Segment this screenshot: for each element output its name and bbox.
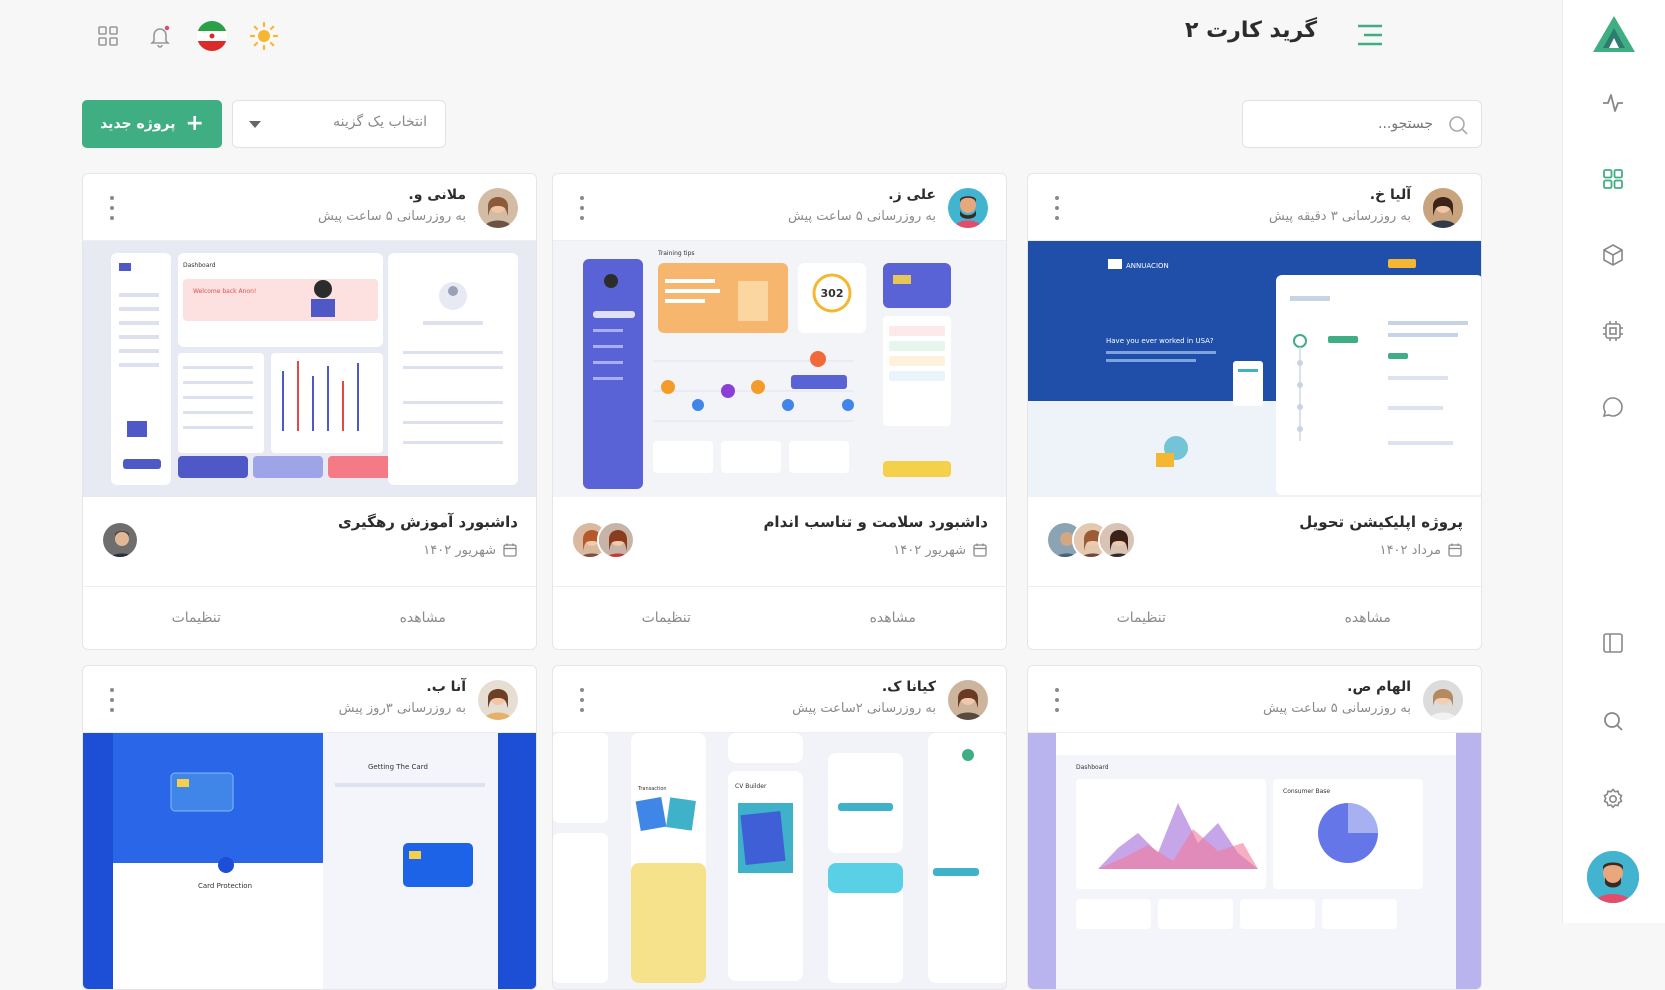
card-date-text: شهریور ۱۴۰۲ [893, 542, 966, 558]
more-options-icon[interactable] [109, 688, 115, 712]
card-updated-time: به روزرسانی ۵ ساعت پیش [317, 209, 466, 224]
menu-icon[interactable] [1356, 22, 1384, 48]
plus-icon: + [185, 111, 204, 136]
calendar-icon [1448, 543, 1462, 557]
more-options-icon[interactable] [1054, 688, 1060, 712]
settings-button[interactable]: تنظیمات [83, 587, 310, 649]
avatar[interactable] [948, 188, 988, 228]
card-updated-time: به روزرسانی ۵ ساعت پیش [787, 209, 936, 224]
card-date: مرداد ۱۴۰۲ [1380, 542, 1463, 558]
card-date-text: شهریور ۱۴۰۲ [423, 542, 496, 558]
view-button[interactable]: مشاهده [1255, 587, 1482, 649]
member-avatar[interactable] [597, 521, 635, 559]
avatar[interactable] [948, 680, 988, 720]
card-user-name: آلیا خ. [1369, 187, 1411, 203]
card-user-name: علی ز. [888, 187, 936, 203]
member-avatars [1046, 521, 1136, 559]
card-preview-image[interactable]: Dashboard Welcome back Anon! [83, 241, 536, 497]
caret-down-icon [249, 121, 261, 128]
new-project-button[interactable]: + پروژه جدید [82, 100, 222, 148]
card-user-name: کیانا ک. [881, 679, 936, 695]
calendar-icon [973, 543, 987, 557]
calendar-icon [503, 543, 517, 557]
avatar[interactable] [478, 680, 518, 720]
card-updated-time: به روزرسانی ۳روز پیش [338, 701, 466, 716]
preview-brand: Getting The Card [368, 763, 428, 771]
bell-icon[interactable] [144, 20, 176, 52]
settings-icon[interactable] [1600, 786, 1626, 812]
preview-heading: Transaction [637, 786, 667, 792]
card-preview-image[interactable]: Training tips 302 [553, 241, 1006, 497]
search-icon[interactable] [1600, 708, 1626, 734]
card-date: شهریور ۱۴۰۲ [423, 542, 518, 558]
more-options-icon[interactable] [1054, 196, 1060, 220]
logo-icon[interactable] [1591, 14, 1637, 54]
layout-icon[interactable] [1600, 630, 1626, 656]
chip-icon[interactable] [1600, 318, 1626, 344]
search-icon [1449, 116, 1468, 135]
project-card: ملانی و. به روزرسانی ۵ ساعت پیش Dashboar… [82, 173, 537, 650]
settings-button[interactable]: تنظیمات [553, 587, 780, 649]
preview-heading: Consumer Base [1283, 788, 1330, 795]
sun-icon[interactable] [248, 20, 280, 52]
view-button[interactable]: مشاهده [780, 587, 1007, 649]
preview-stat: 302 [821, 287, 844, 300]
new-project-label: پروژه جدید [100, 116, 176, 132]
top-bar: گرید کارت ۲ [0, 0, 1562, 80]
apps-grid-icon[interactable] [92, 20, 124, 52]
card-user-name: ملانی و. [408, 187, 466, 203]
card-preview-image[interactable]: Card Protection Getting The Card [83, 733, 536, 989]
member-avatar[interactable] [1098, 521, 1136, 559]
avatar[interactable] [478, 188, 518, 228]
card-updated-time: به روزرسانی ۲ساعت پیش [792, 701, 936, 716]
card-title: داشبورد سلامت و تناسب اندام [763, 513, 988, 531]
select-value: انتخاب یک گزینه [333, 114, 427, 130]
more-options-icon[interactable] [109, 196, 115, 220]
preview-heading: Welcome back Anon! [193, 288, 256, 295]
sidebar [1562, 0, 1665, 923]
project-card: آلیا خ. به روزرسانی ۳ دقیقه پیش ANNUACIO… [1027, 173, 1482, 650]
preview-heading: Have you ever worked in USA? [1106, 337, 1214, 345]
card-updated-time: به روزرسانی ۳ دقیقه پیش [1268, 209, 1411, 224]
member-avatar[interactable] [101, 521, 139, 559]
iran-flag-icon[interactable] [196, 20, 228, 52]
member-avatars [571, 521, 635, 559]
option-select[interactable]: انتخاب یک گزینه [232, 100, 446, 148]
project-card: کیانا ک. به روزرسانی ۲ساعت پیش Transacti… [552, 665, 1007, 990]
preview-heading: Training tips [657, 250, 695, 257]
member-avatars [101, 521, 139, 559]
preview-heading: Card Protection [198, 882, 252, 890]
card-user-name: آنا ب. [426, 679, 466, 695]
preview-brand: Dashboard [1076, 764, 1109, 771]
cube-icon[interactable] [1600, 242, 1626, 268]
card-updated-time: به روزرسانی ۵ ساعت پیش [1262, 701, 1411, 716]
more-options-icon[interactable] [579, 688, 585, 712]
search-input[interactable] [1253, 101, 1433, 147]
more-options-icon[interactable] [579, 196, 585, 220]
card-preview-image[interactable]: Transaction CV Builder [553, 733, 1006, 989]
card-title: پروژه اپلیکیشن تحویل [1299, 513, 1463, 531]
card-date-text: مرداد ۱۴۰۲ [1379, 542, 1441, 558]
card-title: داشبورد آموزش رهگیری [337, 513, 518, 531]
view-button[interactable]: مشاهده [310, 587, 537, 649]
project-card: الهام ص. به روزرسانی ۵ ساعت پیش Dashboar… [1027, 665, 1482, 990]
search-box[interactable] [1242, 100, 1482, 148]
avatar[interactable] [1423, 188, 1463, 228]
chat-icon[interactable] [1600, 394, 1626, 420]
activity-icon[interactable] [1600, 90, 1626, 116]
preview-brand: Dashboard [183, 262, 216, 269]
card-preview-image[interactable]: ANNUACION Have you ever worked in USA? [1028, 241, 1481, 497]
settings-button[interactable]: تنظیمات [1028, 587, 1255, 649]
project-card: علی ز. به روزرسانی ۵ ساعت پیش Training t… [552, 173, 1007, 650]
page-title: گرید کارت ۲ [1184, 18, 1317, 43]
preview-brand: ANNUACION [1126, 262, 1169, 270]
card-preview-image[interactable]: Dashboard Consumer Base [1028, 733, 1481, 989]
grid-icon[interactable] [1600, 166, 1626, 192]
card-user-name: الهام ص. [1347, 679, 1411, 695]
card-date: شهریور ۱۴۰۲ [893, 542, 988, 558]
user-avatar[interactable] [1587, 851, 1639, 903]
avatar[interactable] [1423, 680, 1463, 720]
project-card: آنا ب. به روزرسانی ۳روز پیش Card Protect… [82, 665, 537, 990]
preview-brand: CV Builder [735, 783, 767, 790]
